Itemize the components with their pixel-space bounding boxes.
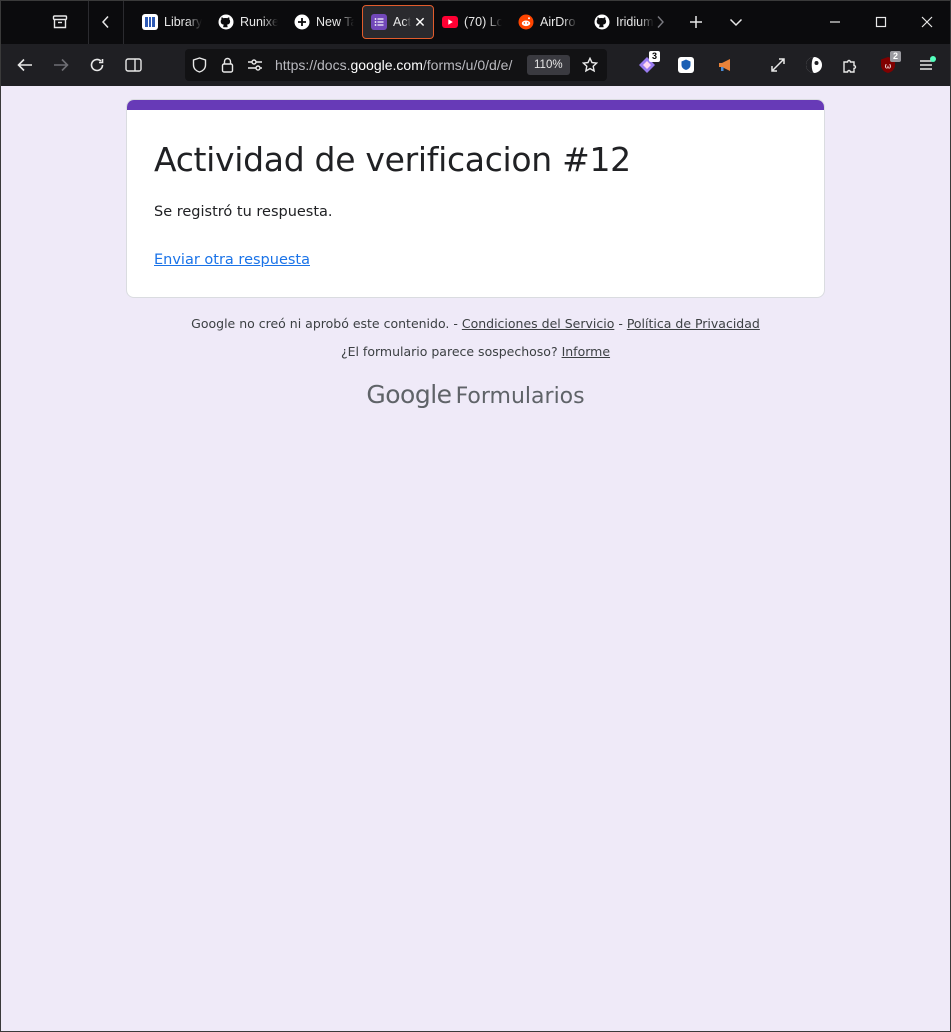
chevron-down-icon bbox=[729, 18, 743, 27]
footer-disclaimer: Google no creó ni aprobó este contenido.… bbox=[0, 316, 951, 331]
tab-title: Runixe bbox=[240, 15, 278, 29]
puzzle-icon bbox=[843, 59, 857, 73]
google-forms-logo[interactable]: Google Formularios bbox=[0, 380, 951, 409]
extensions-menu-button[interactable] bbox=[833, 44, 867, 86]
reload-button[interactable] bbox=[79, 44, 115, 86]
minimize-icon bbox=[830, 21, 840, 23]
separator-dash: - bbox=[614, 316, 627, 331]
bitwarden-extension-button[interactable] bbox=[669, 44, 703, 86]
google-forms-icon bbox=[371, 14, 387, 30]
megaphone-extension-button[interactable] bbox=[709, 44, 743, 86]
terms-of-service-link[interactable]: Condiciones del Servicio bbox=[462, 316, 615, 331]
tab-airdroid[interactable]: AirDro bbox=[510, 5, 586, 39]
url-prefix: https://docs. bbox=[275, 57, 351, 73]
megaphone-icon bbox=[719, 59, 730, 71]
privacy-policy-link[interactable]: Política de Privacidad bbox=[627, 316, 760, 331]
app-menu-button[interactable] bbox=[909, 44, 943, 86]
suspicious-form-text: ¿El formulario parece sospechoso? bbox=[340, 344, 558, 359]
report-link[interactable]: Informe bbox=[562, 344, 610, 359]
tab-title: Iridium bbox=[616, 15, 654, 29]
confirmation-message: Se registró tu respuesta. bbox=[154, 204, 333, 220]
form-confirmation-card: Actividad de verificacion #12 Se registr… bbox=[126, 99, 825, 298]
reload-icon bbox=[90, 58, 104, 72]
arrow-right-icon bbox=[54, 58, 69, 72]
shield-extension-icon bbox=[678, 57, 694, 73]
lock-icon[interactable] bbox=[213, 49, 241, 81]
globe-moon-icon bbox=[806, 57, 822, 73]
sidebar-toggle-button[interactable] bbox=[115, 44, 151, 86]
tab-title: (70) Lo bbox=[464, 15, 502, 29]
disclaimer-text: Google no creó ni aprobó este contenido. bbox=[191, 316, 450, 331]
tab-library[interactable]: Library bbox=[134, 5, 210, 39]
tab-new-tab[interactable]: New Tab bbox=[286, 5, 362, 39]
tab-title: Library bbox=[164, 15, 202, 29]
proton-pass-extension-button[interactable]: 3 bbox=[630, 44, 664, 86]
maximize-icon bbox=[875, 16, 887, 28]
library-icon bbox=[142, 14, 158, 30]
tab-title: AirDro bbox=[540, 15, 576, 29]
url-domain: google.com bbox=[350, 57, 423, 73]
tab-runixe[interactable]: Runixe bbox=[210, 5, 286, 39]
youtube-icon bbox=[442, 14, 458, 30]
scroll-tabs-left-button[interactable] bbox=[89, 0, 123, 44]
footer-report: ¿El formulario parece sospechoso? Inform… bbox=[0, 344, 951, 359]
back-button[interactable] bbox=[7, 44, 43, 86]
list-all-tabs-button[interactable] bbox=[716, 0, 756, 44]
close-window-button[interactable] bbox=[904, 0, 950, 44]
separator-dash: - bbox=[449, 316, 462, 331]
forward-button[interactable] bbox=[43, 44, 79, 86]
bookmark-star-icon[interactable] bbox=[576, 49, 604, 81]
minimize-button[interactable] bbox=[812, 0, 858, 44]
expand-arrows-icon bbox=[771, 58, 785, 72]
extension-badge: 3 bbox=[648, 51, 660, 62]
archive-icon bbox=[52, 15, 68, 29]
maximize-button[interactable] bbox=[858, 0, 904, 44]
github-icon bbox=[594, 14, 610, 30]
zoom-level-button[interactable]: 110% bbox=[527, 55, 570, 75]
google-wordmark: Google bbox=[366, 380, 452, 409]
github-icon bbox=[218, 14, 234, 30]
tab-youtube[interactable]: (70) Lo bbox=[434, 5, 510, 39]
extension-badge: 2 bbox=[889, 51, 901, 62]
plus-icon bbox=[690, 16, 702, 28]
close-icon bbox=[921, 16, 933, 28]
update-dot-icon bbox=[930, 56, 936, 62]
ublock-origin-extension-button[interactable]: ω 2 bbox=[871, 44, 905, 86]
arrow-left-icon bbox=[17, 58, 32, 72]
tab-manager-button[interactable] bbox=[42, 0, 78, 44]
form-title: Actividad de verificacion #12 bbox=[154, 140, 631, 179]
tab-separator bbox=[123, 0, 124, 44]
forms-wordmark: Formularios bbox=[455, 384, 585, 409]
theme-color-bar bbox=[127, 100, 824, 110]
dark-reader-extension-button[interactable] bbox=[797, 44, 831, 86]
tab-iridium[interactable]: Iridium bbox=[586, 5, 662, 39]
tracking-protection-shield-icon[interactable] bbox=[185, 49, 213, 81]
tab-actividad-active[interactable]: Actividad de verificacion #12 ✕ bbox=[362, 5, 434, 39]
tab-title: New Tab bbox=[316, 15, 354, 29]
new-tab-button[interactable] bbox=[676, 0, 716, 44]
submit-another-response-link[interactable]: Enviar otra respuesta bbox=[154, 252, 310, 268]
close-tab-icon[interactable]: ✕ bbox=[413, 14, 427, 31]
url-text[interactable]: https://docs.google.com/forms/u/0/d/e/ bbox=[275, 57, 521, 73]
chevron-left-icon bbox=[101, 15, 109, 29]
plus-circle-icon bbox=[294, 14, 310, 30]
url-bar[interactable]: https://docs.google.com/forms/u/0/d/e/ 1… bbox=[185, 49, 607, 81]
fullscreen-extension-button[interactable] bbox=[761, 44, 795, 86]
tab-title: Actividad de verificacion #12 bbox=[393, 15, 411, 29]
svg-text:ω: ω bbox=[885, 62, 892, 71]
sidebar-icon bbox=[124, 58, 142, 72]
url-suffix: /forms/u/0/d/e/ bbox=[422, 57, 513, 73]
reddit-icon bbox=[518, 14, 534, 30]
tab-strip: Library Runixe New Tab Actividad de veri… bbox=[0, 0, 951, 44]
permissions-icon[interactable] bbox=[241, 49, 269, 81]
